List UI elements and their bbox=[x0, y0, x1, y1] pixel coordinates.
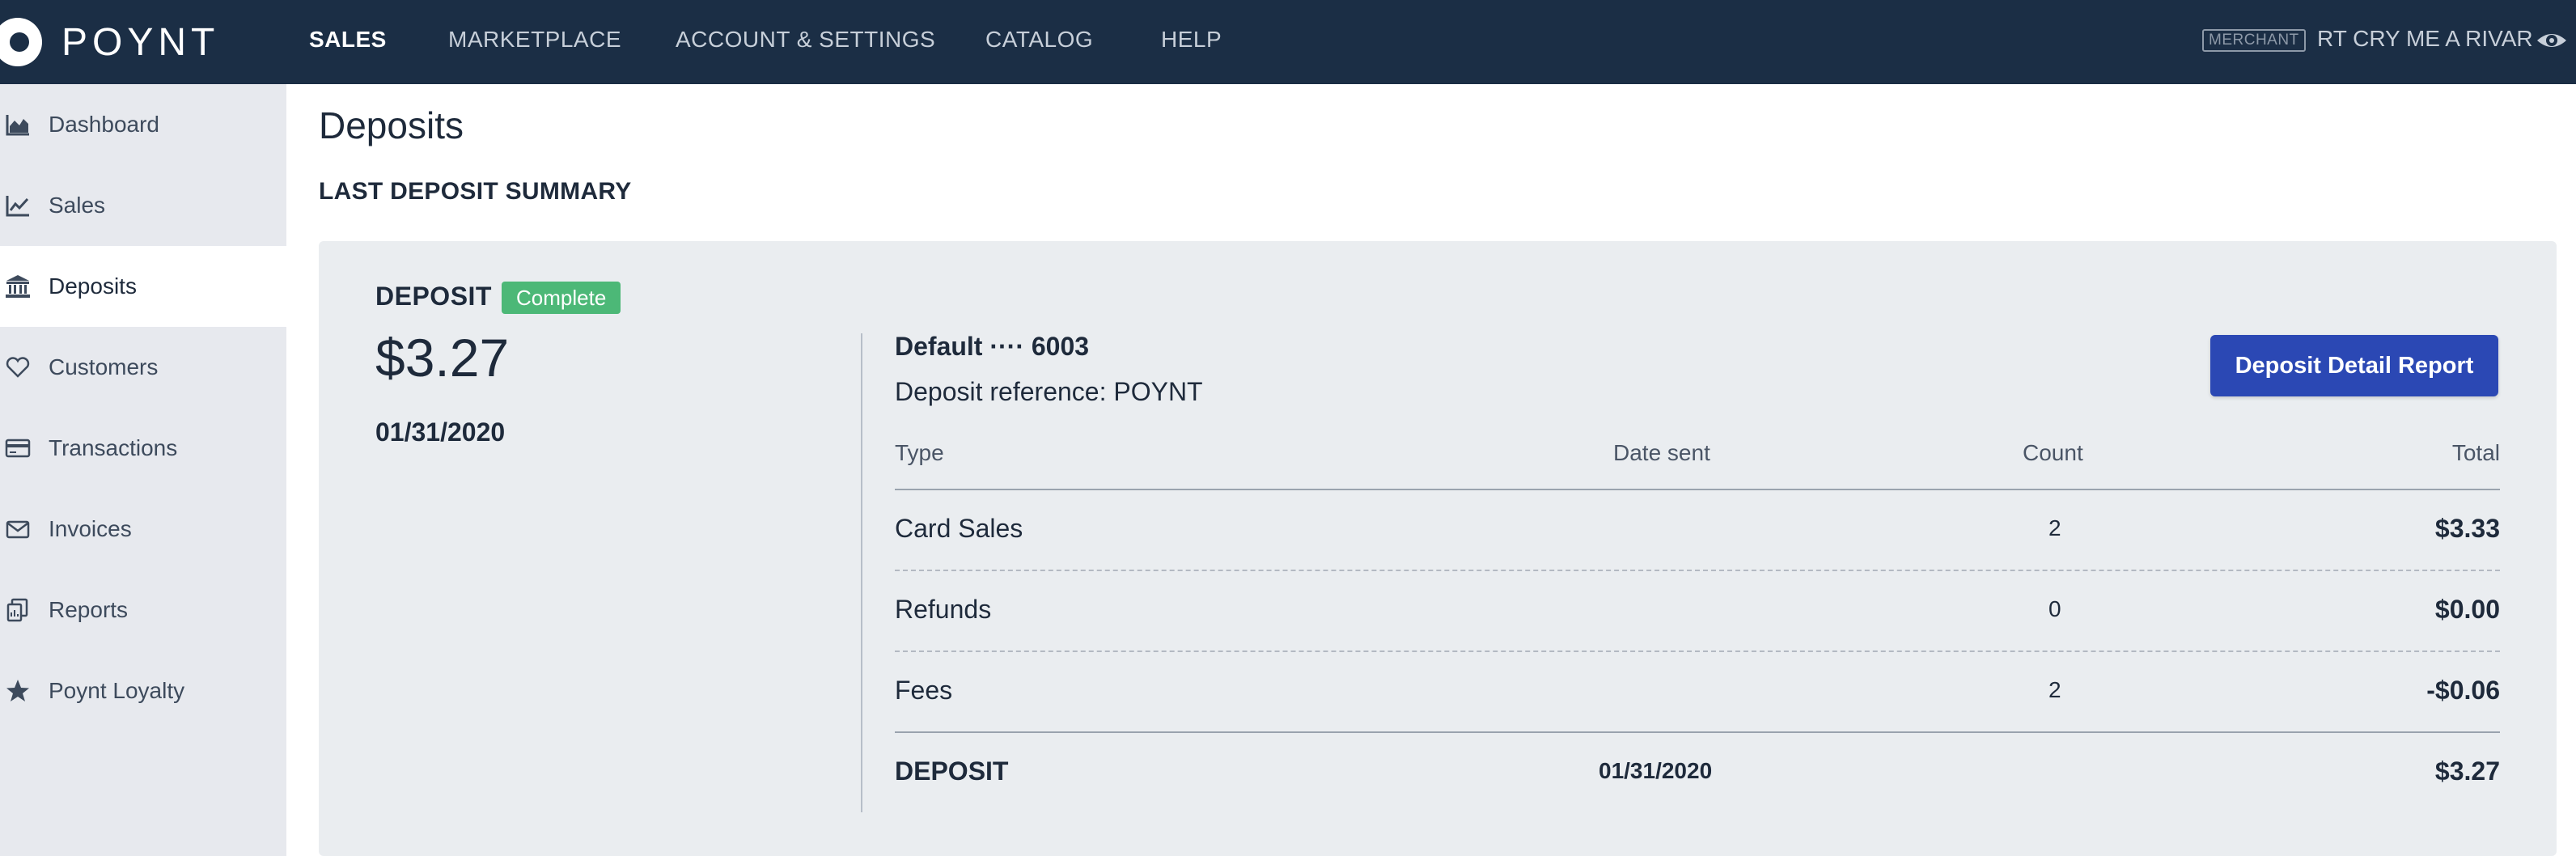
sidebar-item-label: Reports bbox=[49, 597, 129, 622]
table-row-type: Refunds bbox=[895, 595, 992, 624]
heart-icon bbox=[6, 357, 30, 378]
table-row-total: $3.33 bbox=[2434, 514, 2500, 543]
sidebar-item-label: Transactions bbox=[49, 435, 178, 460]
status-badge: Complete bbox=[502, 282, 621, 314]
eye-icon[interactable] bbox=[2536, 24, 2568, 57]
merchant-name[interactable]: RT CRY ME A RIVAR bbox=[2317, 26, 2533, 52]
area-chart-icon bbox=[6, 115, 29, 136]
nav-sales[interactable]: SALES bbox=[309, 27, 387, 53]
summary-total: $3.27 bbox=[2434, 756, 2500, 786]
nav-marketplace[interactable]: MARKETPLACE bbox=[448, 27, 621, 53]
summary-date-sent: 01/31/2020 bbox=[1599, 758, 1713, 783]
sidebar-item-transactions[interactable]: Transactions bbox=[0, 408, 286, 489]
table-row-total: $0.00 bbox=[2434, 595, 2500, 624]
sidebar-item-invoices[interactable]: Invoices bbox=[0, 489, 286, 570]
nav-catalog[interactable]: CATALOG bbox=[985, 27, 1093, 53]
vertical-divider bbox=[861, 333, 862, 812]
poynt-logo[interactable]: POYNT bbox=[0, 16, 219, 68]
table-row-count: 2 bbox=[2049, 515, 2061, 540]
table-row-type: Fees bbox=[895, 676, 953, 705]
deposit-reference: Deposit reference: POYNT bbox=[895, 377, 1203, 406]
deposit-summary-panel bbox=[319, 241, 2557, 856]
bank-icon bbox=[6, 275, 30, 298]
nav-account-settings[interactable]: ACCOUNT & SETTINGS bbox=[676, 27, 935, 53]
sidebar-item-label: Customers bbox=[49, 354, 159, 379]
row-divider bbox=[895, 650, 2500, 652]
sidebar-item-deposits[interactable]: Deposits bbox=[0, 246, 286, 327]
sidebar-item-dashboard[interactable]: Dashboard bbox=[0, 84, 286, 165]
credit-card-icon bbox=[5, 439, 31, 458]
bank-account: Default ···· 6003 bbox=[895, 332, 1090, 361]
sidebar-item-label: Sales bbox=[49, 193, 106, 218]
deposit-amount: $3.27 bbox=[375, 328, 510, 388]
sidebar-item-poynt-loyalty[interactable]: Poynt Loyalty bbox=[0, 650, 286, 731]
reports-icon bbox=[6, 598, 28, 622]
section-title: LAST DEPOSIT SUMMARY bbox=[319, 178, 632, 205]
deposit-detail-report-button[interactable]: Deposit Detail Report bbox=[2210, 335, 2498, 396]
table-row-type: Card Sales bbox=[895, 514, 1023, 543]
table-row-count: 0 bbox=[2049, 596, 2061, 621]
table-row-total: -$0.06 bbox=[2426, 676, 2500, 705]
column-header-date-sent: Date sent bbox=[1613, 440, 1710, 465]
merchant-badge: MERCHANT bbox=[2202, 29, 2306, 52]
page-title: Deposits bbox=[319, 104, 464, 146]
summary-divider bbox=[895, 731, 2500, 733]
logo-text: POYNT bbox=[61, 20, 220, 64]
deposit-date: 01/31/2020 bbox=[375, 417, 506, 447]
row-divider bbox=[895, 570, 2500, 571]
column-header-total: Total bbox=[2451, 440, 2500, 465]
table-header-divider bbox=[895, 489, 2500, 490]
column-header-type: Type bbox=[895, 440, 944, 465]
sidebar-item-label: Invoices bbox=[49, 516, 132, 541]
line-chart-icon bbox=[6, 196, 29, 217]
top-navigation-bar: POYNT SALES MARKETPLACE ACCOUNT & SETTIN… bbox=[0, 0, 2576, 84]
sidebar-item-label: Poynt Loyalty bbox=[49, 678, 185, 703]
sidebar-item-reports[interactable]: Reports bbox=[0, 570, 286, 650]
summary-type: DEPOSIT bbox=[895, 756, 1009, 786]
nav-help[interactable]: HELP bbox=[1161, 27, 1222, 53]
envelope-icon bbox=[6, 520, 30, 539]
sidebar-item-sales[interactable]: Sales bbox=[0, 165, 286, 246]
deposit-label: DEPOSIT bbox=[375, 282, 492, 311]
sidebar-item-label: Deposits bbox=[49, 273, 137, 299]
star-icon bbox=[6, 680, 29, 701]
column-header-count: Count bbox=[2023, 440, 2083, 465]
poynt-logo-icon bbox=[0, 18, 42, 66]
sidebar: Dashboard Sales Deposits Customers Trans… bbox=[0, 84, 286, 856]
table-row-count: 2 bbox=[2049, 677, 2061, 702]
sidebar-item-label: Dashboard bbox=[49, 112, 159, 137]
sidebar-item-customers[interactable]: Customers bbox=[0, 327, 286, 408]
